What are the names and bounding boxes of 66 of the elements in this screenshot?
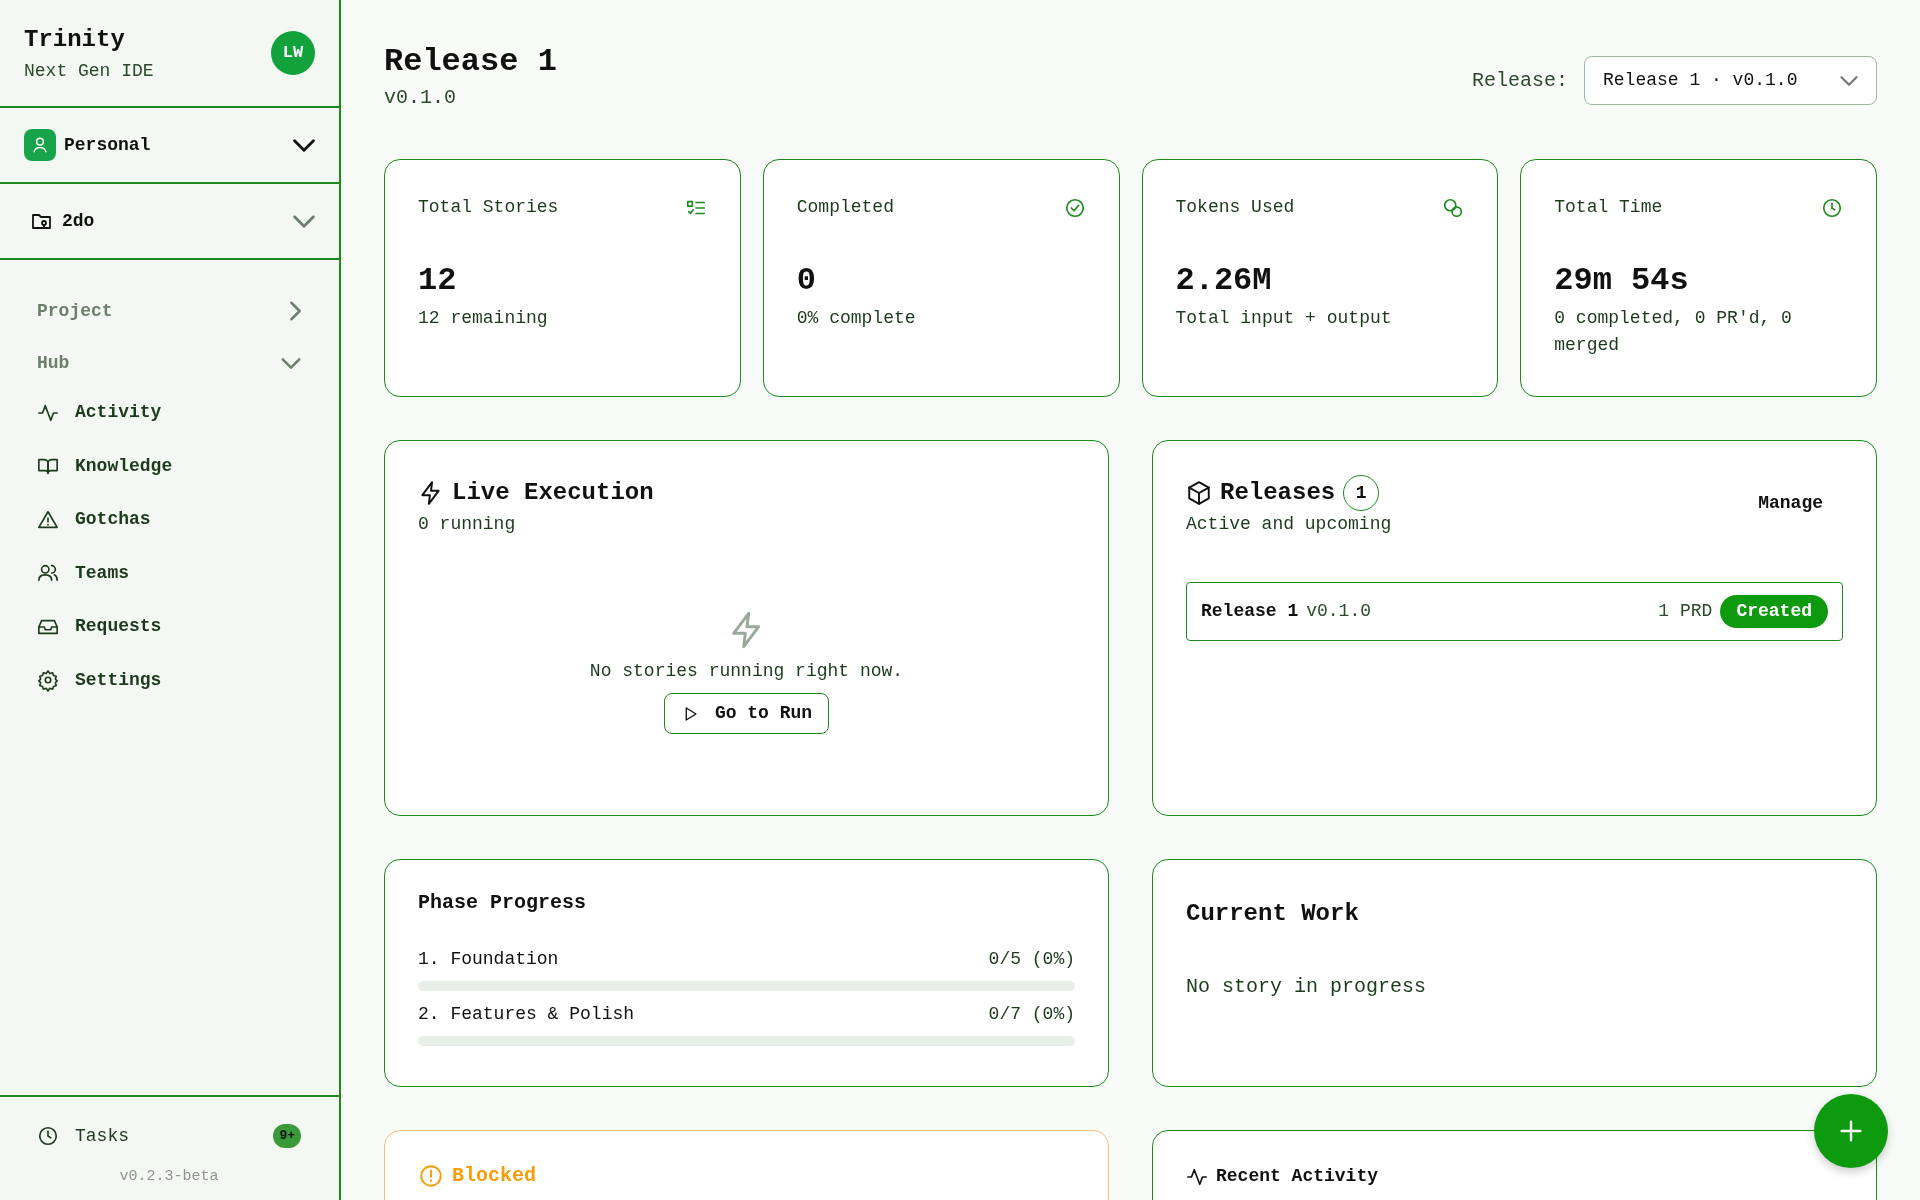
nav-item[interactable]: Activity [75, 399, 162, 427]
stat-value: 0 [796, 261, 817, 302]
user-avatar: LW [271, 31, 315, 75]
tasks-link[interactable]: Tasks [75, 1122, 258, 1150]
card-title: Phase Progress [418, 890, 588, 917]
card-title: Releases [1220, 478, 1336, 509]
empty-message: No stories running right now. [589, 660, 904, 684]
clock-icon [37, 1125, 59, 1147]
phase-count: 0/5 (0%) [988, 948, 1075, 972]
workspace-icon [24, 129, 56, 161]
card-title: Recent Activity [1216, 1165, 1379, 1189]
nav-item[interactable]: Teams [75, 559, 129, 587]
card-subtitle: 0 running [418, 513, 517, 537]
workspace-selector[interactable]: Personal [64, 131, 285, 159]
go-to-run-button[interactable]: Go to Run [663, 693, 830, 735]
stat-label: Total Time [1554, 196, 1663, 220]
nav-section-header[interactable]: Hub [37, 349, 70, 377]
nav-section-header[interactable]: Project [37, 297, 113, 325]
chevron-down-icon [1840, 75, 1858, 86]
stat-label: Total Stories [418, 196, 559, 220]
prd-count: 1 PRD [1658, 600, 1713, 624]
card-title: Current Work [1186, 899, 1360, 930]
manage-button[interactable]: Manage [1752, 489, 1829, 519]
stat-note: 0% complete [796, 307, 917, 331]
release-name: Release 1 [1201, 600, 1299, 624]
stat-value: 12 [418, 261, 458, 302]
stat-label: Tokens Used [1175, 196, 1295, 220]
stat-label: Completed [796, 196, 894, 220]
status-badge: Created [1720, 595, 1828, 629]
chevron-down-icon [293, 138, 315, 152]
clock-icon [1821, 196, 1843, 219]
phase-label: 2. Features & Polish [418, 1003, 635, 1027]
check-circle-icon [1063, 196, 1086, 219]
box-icon [1186, 480, 1212, 507]
card-title: Blocked [452, 1163, 536, 1190]
app-version: v0.2.3-beta [118, 1166, 220, 1187]
nav-item[interactable]: Knowledge [75, 452, 173, 480]
nav-item[interactable]: Settings [75, 666, 162, 694]
stat-note: 12 remaining [418, 307, 549, 331]
nav-item[interactable]: Requests [75, 613, 162, 641]
empty-message: No story in progress [1186, 974, 1428, 1001]
coins-icon [1442, 196, 1465, 219]
settings-icon [37, 669, 59, 692]
release-version: v0.1.0 [1306, 600, 1373, 624]
stat-value: 29m 54s [1554, 261, 1690, 302]
add-button[interactable] [1814, 1094, 1888, 1168]
card-subtitle: Active and upcoming [1186, 513, 1392, 537]
page-title: Release 1 [384, 44, 557, 80]
stat-note: 0 completed, 0 PR'd, 0 merged [1554, 307, 1793, 358]
nav-item[interactable]: Gotchas [75, 506, 151, 534]
stat-note: Total input + output [1175, 307, 1393, 331]
brand-title: Trinity [24, 24, 126, 55]
warning-icon [37, 508, 59, 531]
phase-label: 1. Foundation [418, 948, 559, 972]
release-select[interactable]: Release 1 · v0.1.0 [1584, 56, 1877, 105]
project-selector[interactable]: 2do [62, 207, 285, 235]
count-badge: 9+ [273, 1124, 301, 1148]
stat-value: 2.26M [1175, 261, 1273, 302]
brand-subtitle: Next Gen IDE [24, 59, 154, 83]
page-version: v0.1.0 [384, 85, 457, 112]
alert-icon [418, 1163, 444, 1190]
select-label: Release: [1472, 67, 1568, 94]
card-title: Live Execution [452, 478, 654, 509]
phase-count: 0/7 (0%) [988, 1003, 1075, 1027]
chevron-down-icon [293, 214, 315, 228]
release-row[interactable]: Release 1 v0.1.0 1 PRD Created [1186, 582, 1843, 642]
